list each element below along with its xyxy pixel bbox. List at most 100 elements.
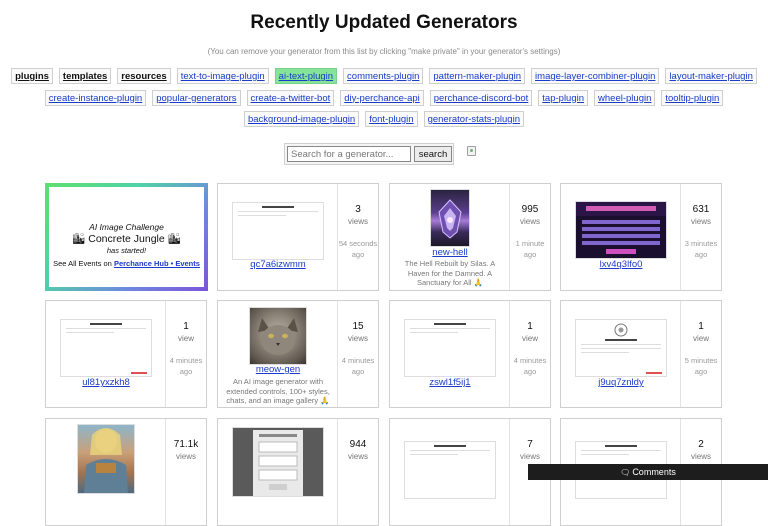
card-name-link[interactable]: zswl1f5ij1 (390, 377, 510, 388)
featured-event-banner[interactable]: AI Image Challenge 🏙 Concrete Jungle 🏙 h… (45, 183, 208, 291)
comments-label: Comments (632, 467, 676, 477)
views-label: views (347, 452, 368, 461)
card-name-link[interactable]: ul81yxzkh8 (46, 377, 166, 388)
chip-text-to-image-plugin[interactable]: text-to-image-plugin (176, 68, 269, 84)
chip-wheel-plugin[interactable]: wheel-plugin (594, 89, 656, 106)
card-name-link[interactable]: new-hell (390, 247, 510, 258)
chip-layout-maker-plugin[interactable]: layout-maker-plugin (665, 68, 757, 84)
generator-card[interactable]: qc7a6izwmm 3 views 54 seconds ago (217, 183, 379, 291)
tag-chip-rows: plugins templates resources text-to-imag… (0, 68, 768, 133)
chat-icon: 🗨 (620, 468, 631, 477)
views-label: view (521, 334, 538, 343)
featured-line-3: has started! (106, 246, 147, 255)
search-input[interactable] (287, 146, 411, 162)
chip-background-image-plugin[interactable]: background-image-plugin (243, 111, 360, 127)
chip-popular-generators[interactable]: popular-generators (152, 89, 241, 106)
search-button[interactable]: search (414, 146, 452, 162)
cat-face-icon (257, 318, 298, 355)
search-form: search (284, 143, 454, 165)
card-description: The Hell Rebuilt by Silas. A Haven for t… (404, 259, 496, 287)
chip-row-2: create-instance-plugin popular-generator… (0, 89, 768, 108)
views-count: 7 (527, 439, 533, 450)
chip-tooltip-plugin[interactable]: tooltip-plugin (661, 89, 724, 106)
neon-title-icon (575, 202, 666, 254)
card-thumbnail[interactable] (403, 319, 496, 377)
card-name-link[interactable]: meow-gen (218, 364, 338, 375)
views-label: views (347, 334, 368, 343)
card-thumbnail[interactable] (231, 427, 324, 497)
card-stats: 944 views (338, 419, 378, 525)
generator-card[interactable]: meow-gen An AI image generator with exte… (217, 300, 379, 408)
card-name-link[interactable]: qc7a6izwmm (218, 259, 338, 270)
card-thumbnail[interactable] (231, 202, 324, 260)
featured-line-4: See All Events on Perchance Hub • Events (49, 259, 204, 268)
card-thumbnail[interactable] (76, 424, 135, 494)
generator-card[interactable]: new-hell The Hell Rebuilt by Silas. A Ha… (389, 183, 551, 291)
card-thumbnail[interactable] (574, 201, 667, 259)
updated-ago: 1 minute ago (515, 239, 545, 259)
form-mockup-icon (252, 430, 303, 496)
card-thumbnail-area (46, 419, 166, 525)
views-label: views (690, 452, 711, 461)
updated-ago: 4 minutes ago (169, 356, 203, 376)
card-description: An AI image generator with extended cont… (226, 377, 330, 405)
card-thumbnail-area: zswl1f5ij1 (390, 301, 510, 407)
views-count: 3 (355, 204, 361, 215)
card-stats: 3 views 54 seconds ago (338, 184, 378, 290)
updated-ago: 54 seconds ago (338, 239, 378, 259)
chip-diy-perchance-api[interactable]: diy-perchance-api (340, 89, 424, 106)
chip-create-a-twitter-bot[interactable]: create-a-twitter-bot (246, 89, 335, 106)
card-thumbnail[interactable] (429, 189, 470, 247)
card-thumbnail-area: ul81yxzkh8 (46, 301, 166, 407)
chip-ai-text-plugin[interactable]: ai-text-plugin (274, 68, 338, 84)
chip-perchance-discord-bot[interactable]: perchance-discord-bot (429, 89, 533, 106)
chip-row-1: plugins templates resources text-to-imag… (0, 68, 768, 86)
views-label: views (519, 452, 540, 461)
chip-plugins[interactable]: plugins (11, 68, 53, 84)
card-thumbnail[interactable] (574, 319, 667, 377)
comments-toggle-bar[interactable]: 🗨 Comments (528, 464, 768, 480)
chip-resources[interactable]: resources (117, 68, 171, 84)
updated-ago: 3 minutes ago (684, 239, 718, 259)
chip-row-3: background-image-plugin font-plugin gene… (0, 111, 768, 129)
featured-event-content: AI Image Challenge 🏙 Concrete Jungle 🏙 h… (49, 187, 204, 287)
demon-emblem-icon (437, 199, 462, 239)
chip-generator-stats-plugin[interactable]: generator-stats-plugin (423, 111, 524, 127)
views-count: 1 (698, 321, 704, 332)
card-thumbnail-area (390, 419, 510, 525)
card-thumbnail-area (218, 419, 338, 525)
generator-card[interactable]: zswl1f5ij1 1 view 4 minutes ago (389, 300, 551, 408)
chip-pattern-maker-plugin[interactable]: pattern-maker-plugin (429, 68, 526, 84)
featured-line-1: AI Image Challenge (89, 222, 164, 232)
card-stats: 1 view 5 minutes ago (681, 301, 721, 407)
generator-card[interactable]: 944 views (217, 418, 379, 526)
featured-line-2: 🏙 Concrete Jungle 🏙 (72, 233, 181, 245)
card-thumbnail-area: new-hell The Hell Rebuilt by Silas. A Ha… (390, 184, 510, 290)
views-label: views (347, 217, 368, 226)
card-thumbnail-area: meow-gen An AI image generator with exte… (218, 301, 338, 407)
generator-card[interactable]: j9uq7znldy 1 view 5 minutes ago (560, 300, 722, 408)
generator-card[interactable]: 71.1k views (45, 418, 207, 526)
generator-card[interactable]: lxv4q3lfo0 631 views 3 minutes ago (560, 183, 722, 291)
chip-create-instance-plugin[interactable]: create-instance-plugin (44, 89, 147, 106)
card-thumbnail[interactable] (403, 441, 496, 499)
views-count: 944 (349, 439, 367, 450)
card-thumbnail[interactable] (59, 319, 152, 377)
views-label: view (177, 334, 194, 343)
chip-tap-plugin[interactable]: tap-plugin (538, 89, 589, 106)
generator-card[interactable]: 7 views (389, 418, 551, 526)
chip-templates[interactable]: templates (58, 68, 112, 84)
card-thumbnail[interactable] (248, 307, 307, 365)
card-stats: 1 view 4 minutes ago (510, 301, 550, 407)
card-stats: 1 view 4 minutes ago (166, 301, 206, 407)
views-count: 1 (527, 321, 533, 332)
card-name-link[interactable]: lxv4q3lfo0 (561, 259, 681, 270)
chip-font-plugin[interactable]: font-plugin (365, 111, 418, 127)
card-stats: 631 views 3 minutes ago (681, 184, 721, 290)
chip-comments-plugin[interactable]: comments-plugin (343, 68, 424, 84)
updated-ago: 4 minutes ago (513, 356, 547, 376)
perchance-hub-events-link[interactable]: Perchance Hub • Events (114, 259, 200, 268)
card-name-link[interactable]: j9uq7znldy (561, 377, 681, 388)
generator-card[interactable]: ul81yxzkh8 1 view 4 minutes ago (45, 300, 207, 408)
chip-image-layer-combiner-plugin[interactable]: image-layer-combiner-plugin (531, 68, 660, 84)
